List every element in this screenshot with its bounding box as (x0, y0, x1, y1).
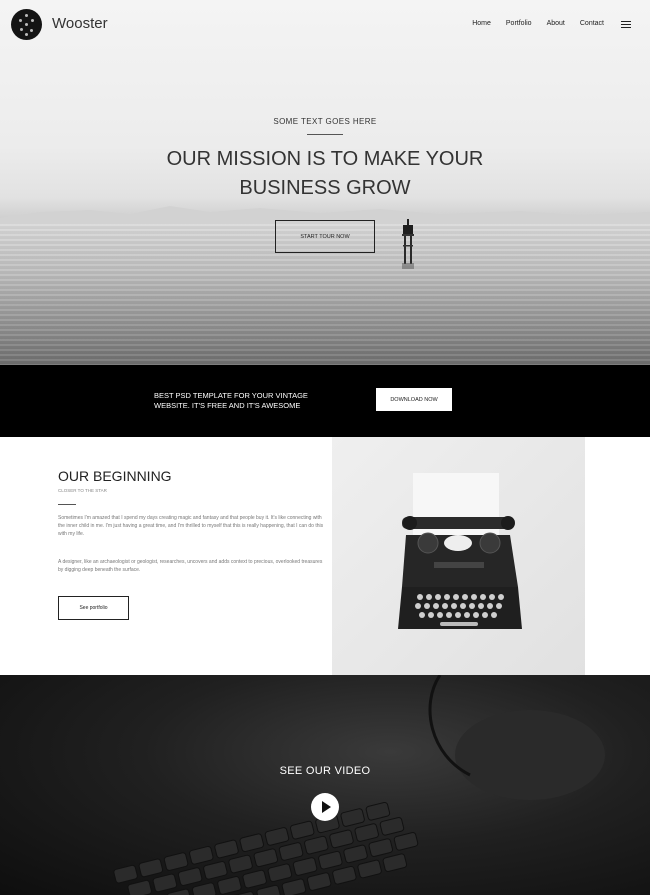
nav-links: Home Portfolio About Contact (472, 20, 604, 27)
typewriter-image (332, 437, 585, 675)
hero-kicker: SOME TEXT GOES HERE (273, 117, 377, 126)
video-title: SEE OUR VIDEO (279, 765, 371, 777)
nav-item-portfolio[interactable]: Portfolio (506, 20, 532, 27)
nav-item-contact[interactable]: Contact (580, 20, 604, 27)
nav-item-home[interactable]: Home (472, 20, 491, 27)
hamburger-icon[interactable] (621, 21, 631, 29)
logo-dots-icon[interactable] (11, 9, 42, 40)
about-section: OUR BEGINNING CLOSER TO THE STAR Sometim… (0, 437, 650, 675)
water-tower-image (402, 219, 414, 269)
keyboard-background (113, 675, 605, 895)
download-now-button[interactable]: DOWNLOAD NOW (376, 388, 452, 411)
see-portfolio-button[interactable]: See portfolio (58, 596, 129, 620)
band-text-line2: WEBSITE. IT'S FREE AND IT'S AWESOME (154, 401, 301, 410)
video-section: SEE OUR VIDEO (0, 675, 650, 895)
about-divider (58, 504, 76, 505)
play-icon[interactable] (311, 793, 339, 821)
band-text-line1: BEST PSD TEMPLATE FOR YOUR VINTAGE (154, 391, 308, 400)
mouse-shape (455, 710, 605, 800)
hero-title: OUR MISSION IS TO MAKE YOUR BUSINESS GRO… (0, 145, 650, 203)
about-paragraph-2: A designer, like an archaeologist or geo… (58, 559, 323, 573)
hero-section: Wooster Home Portfolio About Contact SOM… (0, 0, 650, 365)
download-band: BEST PSD TEMPLATE FOR YOUR VINTAGE WEBSI… (0, 365, 650, 437)
top-navbar: Wooster Home Portfolio About Contact (0, 0, 650, 48)
nav-item-about[interactable]: About (547, 20, 565, 27)
hero-divider (307, 134, 343, 135)
about-subtitle: CLOSER TO THE STAR (58, 488, 107, 493)
brand-name[interactable]: Wooster (52, 15, 108, 32)
hero-title-line1: OUR MISSION IS TO MAKE YOUR (166, 148, 484, 170)
about-paragraph-1: Sometimes I'm amazed that I spend my day… (58, 515, 324, 537)
start-tour-button[interactable]: START TOUR NOW (275, 220, 375, 253)
hero-title-line2: BUSINESS GROW (239, 177, 411, 199)
typewriter-illustration (398, 473, 522, 629)
band-text: BEST PSD TEMPLATE FOR YOUR VINTAGE WEBSI… (154, 391, 344, 411)
about-title: OUR BEGINNING (58, 468, 172, 484)
